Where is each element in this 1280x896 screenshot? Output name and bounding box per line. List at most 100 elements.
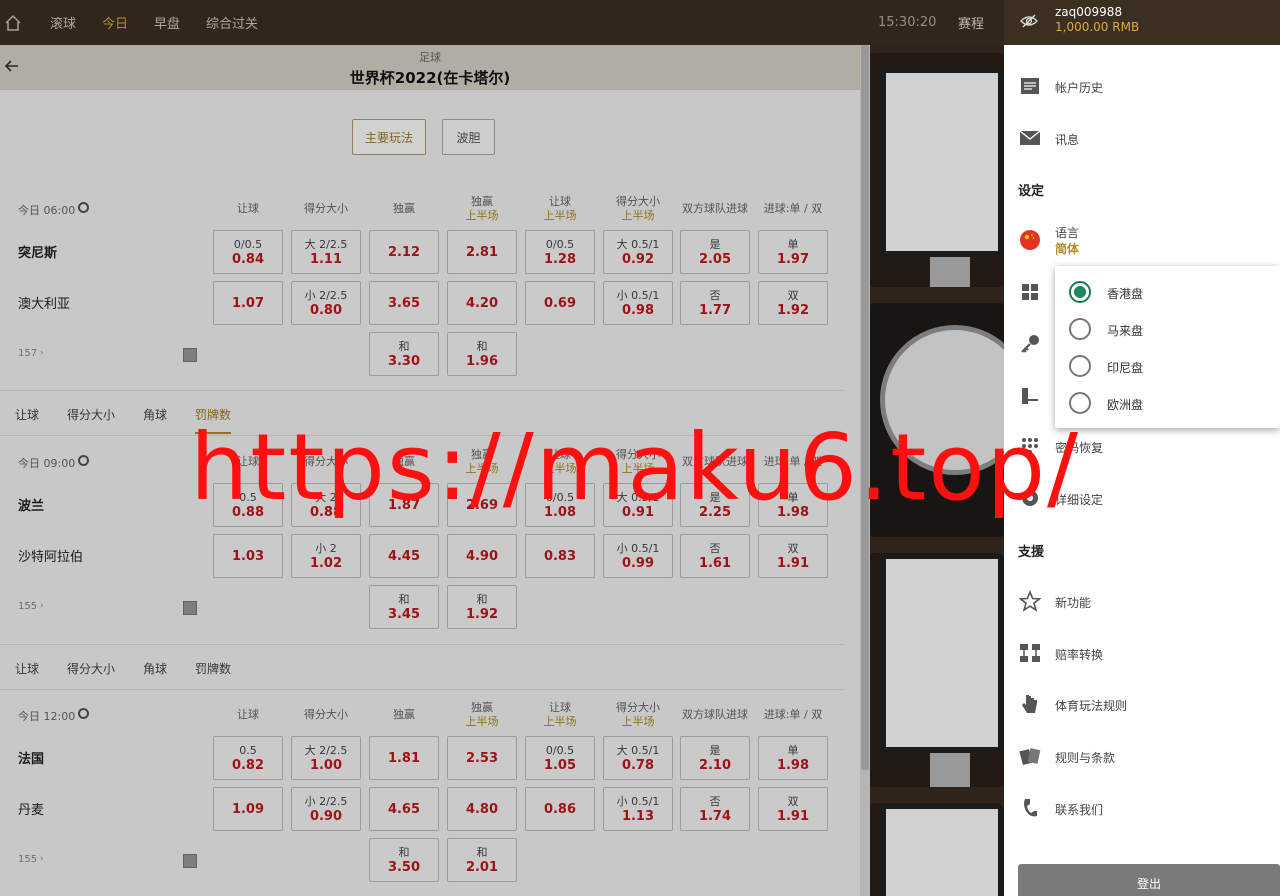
subtab[interactable]: 得分大小 [67,406,115,423]
china-flag-icon [1018,228,1042,252]
odds-cell[interactable]: 0.83 [525,534,595,578]
more-markets-count[interactable]: 157 [18,348,37,359]
odds-option-malay[interactable]: 马来盘 [1069,313,1269,349]
nav-today[interactable]: 今日 [102,13,128,32]
odds-cell[interactable]: 1.09 [213,787,283,831]
odds-cell[interactable]: 和 1.96 [447,332,517,376]
odds-cell[interactable]: 双 1.92 [758,281,828,325]
subtab[interactable]: 得分大小 [67,660,115,677]
subtab[interactable]: 角球 [143,660,167,677]
promo-card[interactable] [870,803,1004,896]
odds-cell[interactable]: 大 2/2.5 1.11 [291,230,361,274]
odds-cell[interactable]: 小 0.5/1 0.98 [603,281,673,325]
tab-main-markets[interactable]: 主要玩法 [352,119,426,155]
odds-cell[interactable]: 是 2.05 [680,230,750,274]
odds-cell[interactable]: 4.65 [369,787,439,831]
odds-cell[interactable]: 4.80 [447,787,517,831]
more-markets-count[interactable]: 155 [18,601,37,612]
odds-cell[interactable]: 单 1.97 [758,230,828,274]
odds-cell[interactable]: 是 2.10 [680,736,750,780]
column-header: 得分大小 上半场 [603,195,673,223]
odds-cell[interactable]: 否 1.74 [680,787,750,831]
odds-cell[interactable]: 1.07 [213,281,283,325]
odds-cell[interactable]: 和 3.45 [369,585,439,629]
odds-option-euro[interactable]: 欧洲盘 [1069,387,1269,423]
menu-terms[interactable]: 规则与条款 [1004,730,1280,782]
stats-icon[interactable] [183,854,197,868]
menu-account-history[interactable]: 帐户历史 [1004,60,1280,112]
nav-parlay[interactable]: 综合过关 [206,13,258,32]
subtab[interactable]: 让球 [15,660,39,677]
menu-new-features[interactable]: 新功能 [1004,575,1280,627]
odds-cell[interactable]: 3.65 [369,281,439,325]
menu-sports-rules[interactable]: 体育玩法规则 [1004,678,1280,730]
odds-cell[interactable]: 小 2 1.02 [291,534,361,578]
odds-cell[interactable]: 0.69 [525,281,595,325]
odds-value: 1.05 [543,757,577,773]
subtab[interactable]: 让球 [15,406,39,423]
promo-card[interactable] [870,553,1004,787]
odds-cell[interactable]: 双 1.91 [758,787,828,831]
menu-language[interactable]: 语言 简体 [1004,214,1280,266]
odds-option-indo[interactable]: 印尼盘 [1069,350,1269,386]
chevron-right-icon[interactable]: › [40,854,44,864]
odds-option-hk[interactable]: 香港盘 [1069,276,1269,312]
odds-cell[interactable]: 4.45 [369,534,439,578]
cards-icon [1018,744,1042,768]
more-markets-count[interactable]: 155 [18,854,37,865]
odds-cell[interactable]: 小 2/2.5 0.80 [291,281,361,325]
column-subtitle: 上半场 [465,715,499,728]
odds-cell[interactable]: 0.5 0.82 [213,736,283,780]
match-block: 今日 12:00 让球 得分大小 独赢 独赢 上半场 让球 上半场 得分大小 上半场 双方球队进球进… [0,696,845,896]
menu-contact[interactable]: 联系我们 [1004,782,1280,834]
subtab[interactable]: 罚牌数 [195,660,231,677]
menu-odds-conversion[interactable]: 赔率转换 [1004,627,1280,679]
nav-schedule[interactable]: 赛程 [958,13,984,32]
odds-cell[interactable]: 0/0.5 1.28 [525,230,595,274]
odds-cell[interactable]: 1.03 [213,534,283,578]
menu-messages[interactable]: 讯息 [1004,112,1280,164]
odds-cell[interactable]: 1.81 [369,736,439,780]
match-header: 今日 12:00 让球 得分大小 独赢 独赢 上半场 让球 上半场 得分大小 上半场 双方球队进球进… [0,696,845,736]
odds-cell[interactable]: 和 3.50 [369,838,439,882]
home-icon[interactable] [2,12,24,34]
odds-cell[interactable]: 和 1.92 [447,585,517,629]
odds-cell[interactable]: 2.12 [369,230,439,274]
tab-correct-score[interactable]: 波胆 [442,119,495,155]
radio-icon[interactable] [1069,355,1091,377]
odds-cell[interactable]: 大 0.5/1 0.78 [603,736,673,780]
hide-balance-icon[interactable] [1020,13,1038,32]
odds-cell[interactable]: 4.90 [447,534,517,578]
nav-early[interactable]: 早盘 [154,13,180,32]
odds-cell[interactable]: 小 2/2.5 0.90 [291,787,361,831]
odds-cell[interactable]: 大 0.5/1 0.92 [603,230,673,274]
odds-cell[interactable]: 否 1.77 [680,281,750,325]
back-arrow-icon[interactable] [4,58,20,77]
odds-cell[interactable]: 2.53 [447,736,517,780]
stats-icon[interactable] [183,601,197,615]
odds-cell[interactable]: 小 0.5/1 0.99 [603,534,673,578]
odds-cell[interactable]: 大 2/2.5 1.00 [291,736,361,780]
logout-button[interactable]: 登出 [1018,864,1280,896]
odds-cell[interactable]: 否 1.61 [680,534,750,578]
odds-cell[interactable]: 和 3.30 [369,332,439,376]
odds-cell[interactable]: 4.20 [447,281,517,325]
stats-icon[interactable] [183,348,197,362]
nav-live[interactable]: 滚球 [50,13,76,32]
odds-cell[interactable]: 和 2.01 [447,838,517,882]
promo-card[interactable] [870,53,1004,287]
odds-cell[interactable]: 0/0.5 1.05 [525,736,595,780]
radio-icon[interactable] [1069,318,1091,340]
odds-cell[interactable]: 双 1.91 [758,534,828,578]
subtab[interactable]: 角球 [143,406,167,423]
radio-icon[interactable] [1069,392,1091,414]
scrollbar-thumb[interactable] [861,45,869,770]
odds-cell[interactable]: 0.86 [525,787,595,831]
radio-selected-icon[interactable] [1069,281,1091,303]
odds-cell[interactable]: 2.81 [447,230,517,274]
chevron-right-icon[interactable]: › [40,348,44,358]
odds-cell[interactable]: 小 0.5/1 1.13 [603,787,673,831]
odds-cell[interactable]: 0/0.5 0.84 [213,230,283,274]
chevron-right-icon[interactable]: › [40,601,44,611]
odds-cell[interactable]: 单 1.98 [758,736,828,780]
